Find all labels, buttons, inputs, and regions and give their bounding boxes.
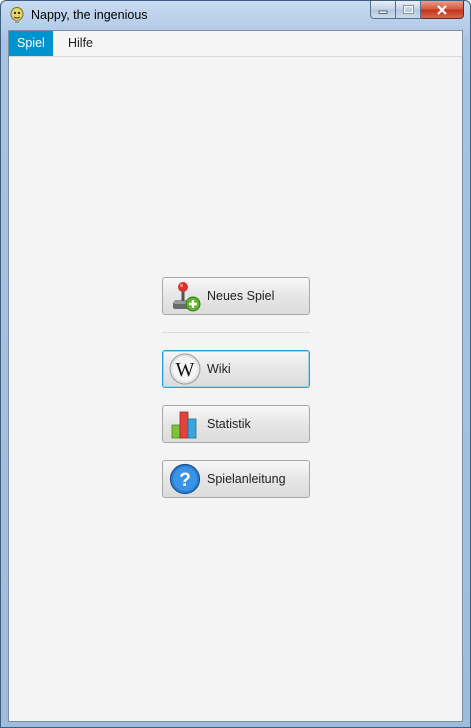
app-logo-icon <box>10 7 24 23</box>
instructions-button[interactable]: ? Spielanleitung <box>162 460 310 498</box>
statistics-button[interactable]: Statistik <box>162 405 310 443</box>
close-button[interactable] <box>421 1 464 19</box>
minimize-icon <box>378 10 388 14</box>
title-bar[interactable]: Nappy, the ingenious <box>1 1 470 30</box>
menu-hilfe[interactable]: Hilfe <box>60 31 101 56</box>
separator <box>162 332 310 333</box>
minimize-button[interactable] <box>370 1 396 19</box>
help-icon: ? <box>169 463 201 495</box>
maximize-button[interactable] <box>396 1 421 19</box>
svg-text:W: W <box>176 359 195 381</box>
statistics-label: Statistik <box>207 417 251 431</box>
bar-chart-icon <box>171 411 197 439</box>
joystick-add-icon <box>173 282 201 312</box>
window-title: Nappy, the ingenious <box>31 8 148 22</box>
menu-spiel[interactable]: Spiel <box>9 31 53 56</box>
wikipedia-icon: W <box>169 353 201 385</box>
content-area: Spiel Hilfe Neues Spiel W Wiki Statistik… <box>8 30 463 722</box>
wiki-button[interactable]: W Wiki <box>162 350 310 388</box>
app-window: Nappy, the ingenious Spiel Hilfe Neues S… <box>0 0 471 728</box>
new-game-button[interactable]: Neues Spiel <box>162 277 310 315</box>
maximize-icon <box>402 5 414 14</box>
wiki-label: Wiki <box>207 362 231 376</box>
close-icon <box>437 4 447 15</box>
instructions-label: Spielanleitung <box>207 472 286 486</box>
menu-bar: Spiel Hilfe <box>9 31 462 57</box>
svg-text:?: ? <box>179 470 191 491</box>
new-game-label: Neues Spiel <box>207 289 275 303</box>
